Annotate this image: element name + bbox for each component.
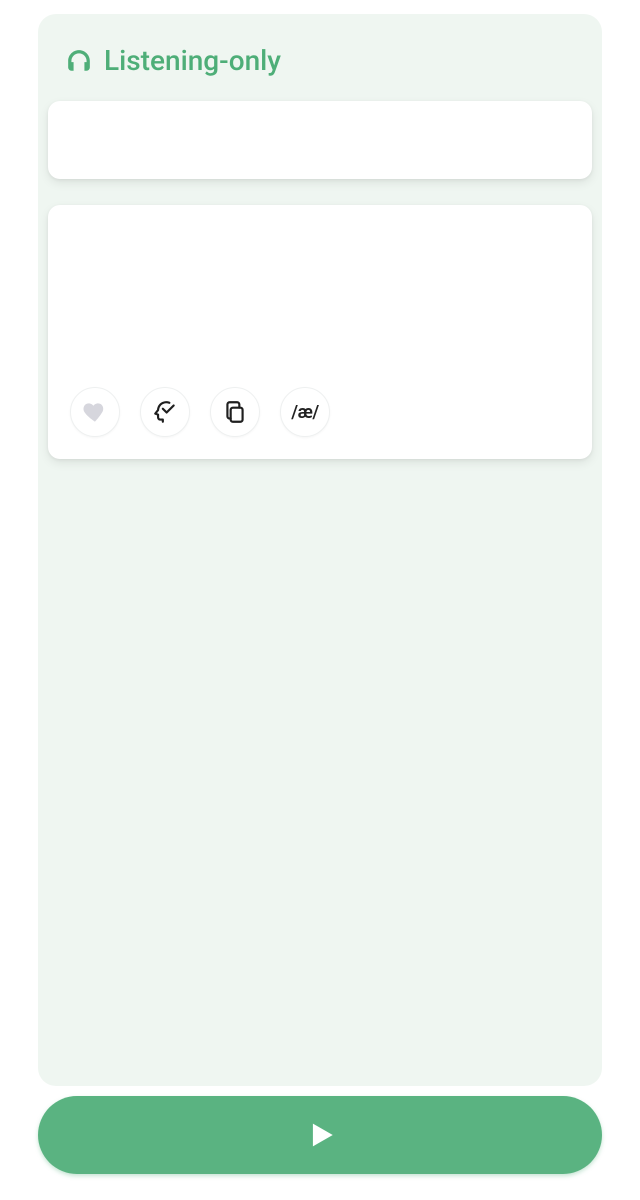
mode-header: Listening-only [38,44,602,77]
mode-title: Listening-only [104,44,281,77]
learn-button[interactable] [140,387,190,437]
favorite-button[interactable] [70,387,120,437]
card-actions: /æ/ [70,387,330,437]
prompt-card [48,101,592,179]
copy-icon [222,399,248,425]
footer [38,1086,602,1174]
play-icon [303,1118,337,1152]
heart-icon [82,399,108,425]
app-surface: Listening-only [38,14,602,1086]
copy-button[interactable] [210,387,260,437]
ipa-label: /æ/ [291,402,318,423]
head-check-icon [152,399,178,425]
ipa-button[interactable]: /æ/ [280,387,330,437]
app-frame: Listening-only [0,0,640,1200]
answer-card: /æ/ [48,205,592,459]
headphones-icon [66,48,92,74]
play-button[interactable] [38,1096,602,1174]
